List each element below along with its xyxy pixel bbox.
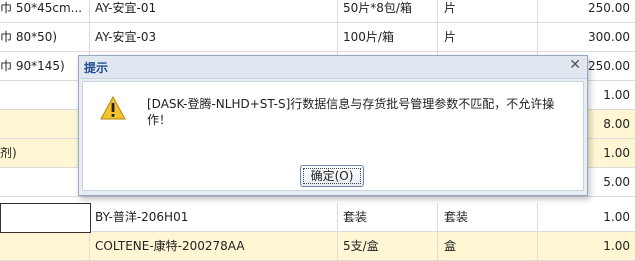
- warning-icon: [100, 96, 126, 120]
- table-cell[interactable]: 300.00: [538, 23, 635, 51]
- dialog-message: [DASK-登腾-NLHD+ST-S]行数据信息与存货批号管理参数不匹配，不允许…: [147, 97, 555, 127]
- ok-button-focus-ring: [303, 168, 361, 184]
- table-cell[interactable]: 100片/箱: [338, 23, 438, 51]
- selected-cell[interactable]: [0, 203, 91, 233]
- table-cell[interactable]: 巾 80*50): [0, 23, 90, 51]
- table-cell[interactable]: 巾 50*45cm...: [0, 0, 90, 22]
- dialog-body: [DASK-登腾-NLHD+ST-S]行数据信息与存货批号管理参数不匹配，不允许…: [82, 81, 584, 191]
- table-cell[interactable]: 片: [438, 23, 538, 51]
- table-cell[interactable]: AY-安宜-03: [90, 23, 338, 51]
- table-cell[interactable]: 套装: [438, 203, 538, 231]
- table-cell[interactable]: [0, 81, 90, 109]
- table-cell[interactable]: 1.00: [538, 203, 635, 231]
- table-row[interactable]: COLTENE-康特-200278AA 5支/盒盒 1.00: [0, 232, 635, 261]
- table-cell[interactable]: BY-普洋-206H01: [90, 203, 338, 231]
- dialog-title: 提示: [84, 61, 109, 75]
- table-row[interactable]: 巾 80*50) AY-安宜-03 100片/箱片 300.00: [0, 23, 635, 52]
- table-cell[interactable]: [0, 168, 90, 196]
- table-row[interactable]: 巾 50*45cm... AY-安宜-01 50片*8包/箱片 250.00: [0, 0, 635, 23]
- table-row[interactable]: BY-普洋-206H01 套装 套装 1.00: [0, 203, 635, 232]
- close-icon[interactable]: ✕: [569, 57, 581, 73]
- table-cell[interactable]: 片: [438, 0, 538, 22]
- dialog-titlebar[interactable]: 提示 ✕: [79, 56, 587, 79]
- alert-dialog: 提示 ✕ [DASK-登腾-NLHD+ST-S]行数据信息与存货批号管理参数不匹…: [78, 55, 588, 196]
- table-cell[interactable]: 巾 90*145): [0, 52, 90, 80]
- table-cell[interactable]: 剂): [0, 139, 90, 167]
- table-cell[interactable]: 套装: [338, 203, 438, 231]
- ok-button[interactable]: 确定(O): [300, 165, 364, 187]
- table-cell[interactable]: 250.00: [538, 0, 635, 22]
- table-cell[interactable]: 50片*8包/箱: [338, 0, 438, 22]
- table-cell[interactable]: [0, 110, 90, 138]
- table-cell[interactable]: AY-安宜-01: [90, 0, 338, 22]
